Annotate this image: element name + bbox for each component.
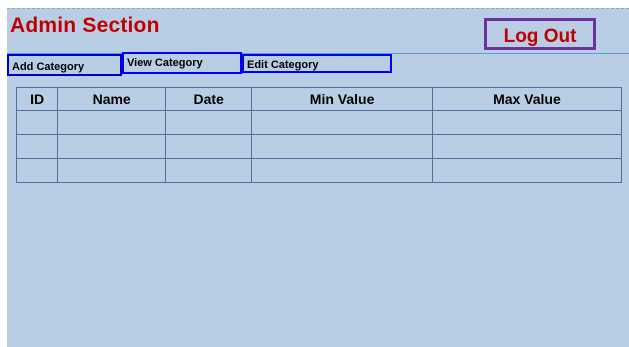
- column-header-min-value: Min Value: [251, 87, 433, 111]
- table-cell: [57, 134, 167, 159]
- tab-edit-category[interactable]: Edit Category: [242, 54, 392, 73]
- table-cell: [57, 110, 167, 135]
- page-title: Admin Section: [10, 14, 160, 37]
- column-header-max-value: Max Value: [431, 87, 623, 111]
- column-header-name: Name: [57, 87, 167, 111]
- table-cell: [15, 158, 59, 183]
- tab-add-category[interactable]: Add Category: [7, 54, 122, 76]
- tab-view-category[interactable]: View Category: [122, 52, 242, 74]
- table-row: [15, 110, 623, 135]
- table-cell: [431, 134, 623, 159]
- table-cell: [431, 110, 623, 135]
- table-cell: [251, 158, 433, 183]
- table-cell: [251, 134, 433, 159]
- table-cell: [251, 110, 433, 135]
- column-header-date: Date: [165, 87, 253, 111]
- table-cell: [57, 158, 167, 183]
- table-cell: [165, 110, 253, 135]
- table-cell: [15, 134, 59, 159]
- table-header-row: ID Name Date Min Value Max Value: [15, 87, 623, 111]
- column-header-id: ID: [15, 87, 59, 111]
- table-cell: [165, 134, 253, 159]
- top-dashed-border: [7, 8, 629, 9]
- category-table: ID Name Date Min Value Max Value: [15, 87, 623, 183]
- table-row: [15, 158, 623, 183]
- table-cell: [15, 110, 59, 135]
- table-cell: [165, 158, 253, 183]
- table-cell: [431, 158, 623, 183]
- table-row: [15, 134, 623, 159]
- logout-button[interactable]: Log Out: [484, 18, 596, 50]
